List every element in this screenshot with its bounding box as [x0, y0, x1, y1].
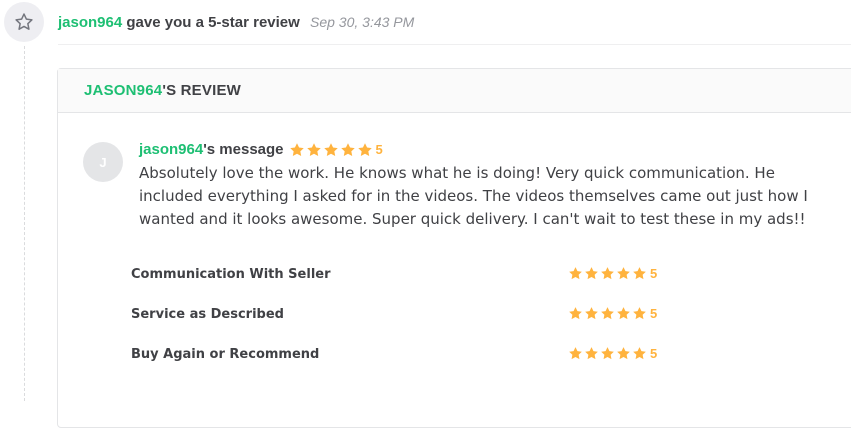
review-card-header: JASON964 'S REVIEW: [58, 69, 851, 113]
rating-row-communication: Communication With Seller 5: [131, 266, 691, 286]
rating-label: Communication With Seller: [131, 267, 331, 282]
rating-score: 5: [650, 266, 658, 281]
rating-stars: 5: [568, 306, 657, 321]
notification-star-badge: [4, 2, 44, 42]
message-heading: jason964's message 5: [139, 141, 383, 158]
rating-stars: 5: [568, 346, 657, 361]
star-filled-icon: [289, 142, 304, 156]
rating-label: Buy Again or Recommend: [131, 347, 320, 362]
message-label: 's message: [203, 141, 284, 158]
avatar-initial: J: [99, 154, 107, 170]
star-filled-icon: [633, 307, 646, 320]
star-filled-icon: [601, 347, 614, 360]
star-filled-icon: [585, 347, 598, 360]
rating-score: 5: [650, 346, 658, 361]
star-filled-icon: [357, 142, 372, 156]
notification-date: Sep 30, 3:43 PM: [310, 14, 415, 30]
star-filled-icon: [617, 347, 630, 360]
star-group: [568, 266, 648, 281]
notification-username[interactable]: jason964: [58, 14, 122, 31]
star-filled-icon: [633, 267, 646, 280]
star-filled-icon: [617, 307, 630, 320]
rating-row-service: Service as Described 5: [131, 306, 691, 326]
star-filled-icon: [569, 267, 582, 280]
notification-action: gave you a 5-star review: [126, 14, 300, 31]
star-filled-icon: [323, 142, 338, 156]
divider: [58, 44, 851, 45]
star-group: [568, 346, 648, 361]
review-header-username[interactable]: JASON964: [84, 82, 162, 99]
rating-stars: 5: [568, 266, 657, 281]
rating-label: Service as Described: [131, 307, 284, 322]
avatar[interactable]: J: [83, 142, 123, 182]
review-header-suffix: 'S REVIEW: [162, 82, 242, 99]
message-score: 5: [375, 142, 383, 157]
star-group: [568, 306, 648, 321]
star-filled-icon: [633, 347, 646, 360]
star-outline-icon: [15, 13, 33, 30]
message-star-rating: [289, 142, 374, 158]
star-filled-icon: [569, 347, 582, 360]
star-filled-icon: [601, 267, 614, 280]
star-filled-icon: [585, 307, 598, 320]
rating-score: 5: [650, 306, 658, 321]
message-author[interactable]: jason964: [139, 141, 203, 158]
notification-text: jason964 gave you a 5-star review Sep 30…: [58, 14, 414, 31]
rating-row-recommend: Buy Again or Recommend 5: [131, 346, 691, 366]
star-filled-icon: [617, 267, 630, 280]
star-filled-icon: [340, 142, 355, 156]
review-card: JASON964 'S REVIEW J jason964's message 5…: [57, 68, 851, 428]
review-message: Absolutely love the work. He knows what …: [139, 164, 808, 228]
star-filled-icon: [585, 267, 598, 280]
star-filled-icon: [306, 142, 321, 156]
timeline-line: [24, 46, 25, 401]
star-filled-icon: [601, 307, 614, 320]
star-filled-icon: [569, 307, 582, 320]
